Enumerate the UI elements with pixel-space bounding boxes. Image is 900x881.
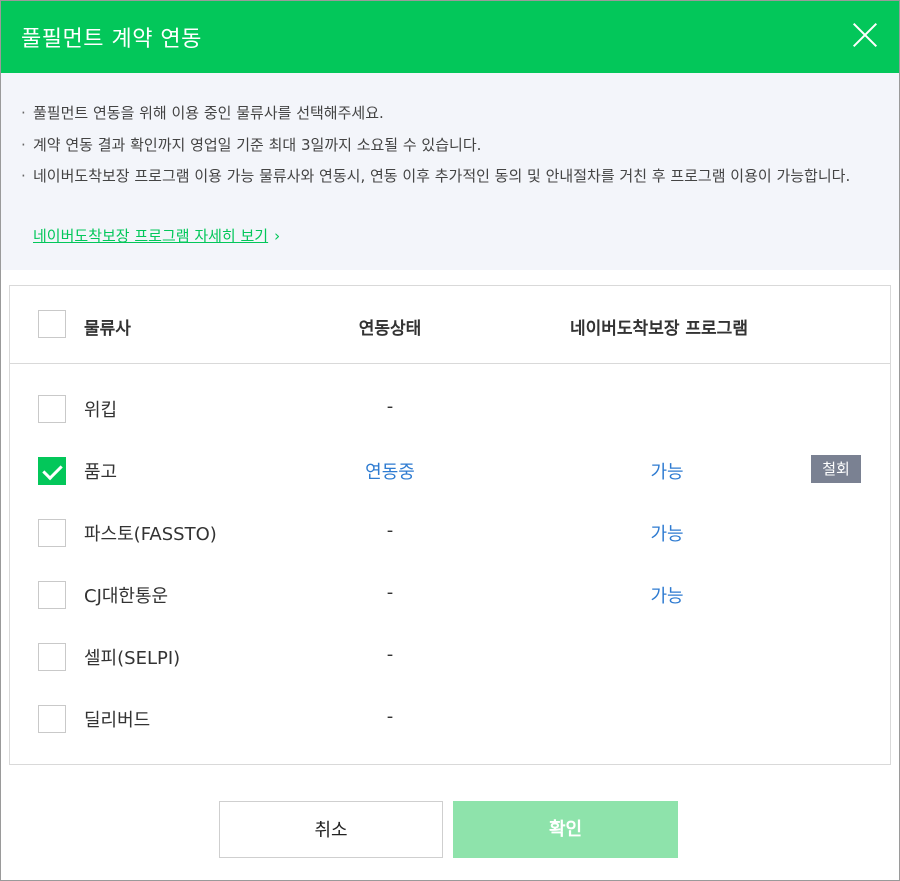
chevron-right-icon: › [274,227,281,245]
fulfillment-dialog: 풀필먼트 계약 연동 풀필먼트 연동을 위해 이용 중인 물류사를 선택해주세요… [0,0,900,881]
link-status: - [386,582,394,603]
company-name: 딜리버드 [84,710,151,731]
row-checkbox[interactable] [38,457,66,485]
program-availability: 가능 [650,462,684,483]
row-checkbox[interactable] [38,519,66,547]
notice-list: 풀필먼트 연동을 위해 이용 중인 물류사를 선택해주세요. 계약 연동 결과 … [21,99,881,194]
close-icon[interactable] [851,21,879,49]
link-status: - [386,706,394,727]
row-checkbox[interactable] [38,643,66,671]
select-all-checkbox[interactable] [38,310,66,338]
table-row: 파스토(FASSTO) - 가능 [10,502,890,564]
company-name: 위킵 [84,400,118,421]
program-detail-link-label: 네이버도착보장 프로그램 자세히 보기 [33,227,269,245]
table-row: 위킵 - [10,378,890,440]
table-row: 품고 연동중 가능 철회 [10,440,890,502]
cancel-button[interactable]: 취소 [219,801,443,858]
table-header: 물류사 연동상태 네이버도착보장 프로그램 [10,286,890,364]
program-availability: 가능 [650,524,684,545]
link-status: - [386,644,394,665]
company-name: 품고 [84,462,118,483]
link-status: 연동중 [365,462,415,483]
link-status: - [386,520,394,541]
table-row: CJ대한통운 - 가능 [10,564,890,626]
table-row: 딜리버드 - [10,688,890,750]
revoke-button[interactable]: 철회 [811,455,861,483]
dialog-title: 풀필먼트 계약 연동 [21,27,202,52]
link-status: - [386,396,394,417]
row-checkbox[interactable] [38,395,66,423]
header-program: 네이버도착보장 프로그램 [570,319,748,339]
company-name: CJ대한통운 [84,586,169,607]
notice-panel: 풀필먼트 연동을 위해 이용 중인 물류사를 선택해주세요. 계약 연동 결과 … [1,73,899,270]
program-detail-link[interactable]: 네이버도착보장 프로그램 자세히 보기 › [33,225,280,246]
row-checkbox[interactable] [38,581,66,609]
dialog-header: 풀필먼트 계약 연동 [1,1,899,73]
table-row: 셀피(SELPI) - [10,626,890,688]
notice-item: 풀필먼트 연동을 위해 이용 중인 물류사를 선택해주세요. [21,99,881,127]
row-checkbox[interactable] [38,705,66,733]
program-availability: 가능 [650,586,684,607]
header-company: 물류사 [84,319,131,339]
notice-item: 계약 연동 결과 확인까지 영업일 기준 최대 3일까지 소요될 수 있습니다. [21,131,881,159]
company-table: 물류사 연동상태 네이버도착보장 프로그램 위킵 - 품고 연동중 가능 철회 … [9,285,891,765]
company-name: 파스토(FASSTO) [84,524,217,545]
notice-item: 네이버도착보장 프로그램 이용 가능 물류사와 연동시, 연동 이후 추가적인 … [21,163,881,190]
header-status: 연동상태 [358,319,422,339]
confirm-button[interactable]: 확인 [453,801,678,858]
company-name: 셀피(SELPI) [84,648,181,669]
